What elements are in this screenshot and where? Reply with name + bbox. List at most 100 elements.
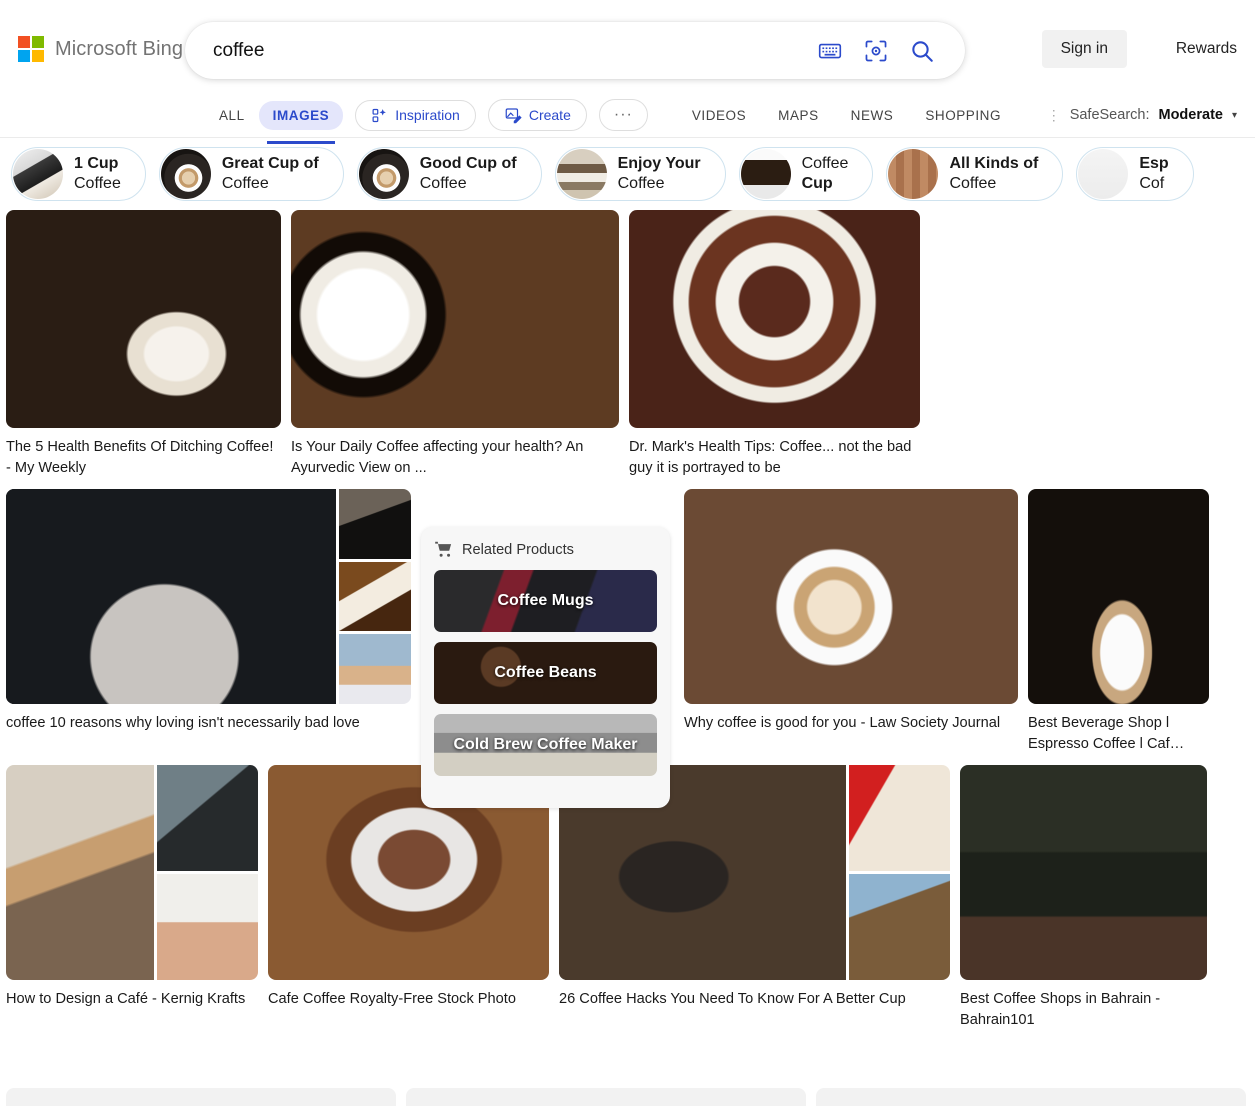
chevron-down-icon[interactable]: ▾: [1232, 110, 1237, 121]
suggestion-pill-line2: Coffee: [419, 175, 467, 192]
result-thumbnail[interactable]: [849, 874, 950, 980]
result-caption[interactable]: The 5 Health Benefits Of Ditching Coffee…: [6, 437, 281, 479]
result-caption[interactable]: How to Design a Café - Kernig Krafts: [6, 989, 258, 1010]
keyboard-icon[interactable]: [817, 38, 843, 64]
image-result-tile[interactable]: How to Design a Café - Kernig Krafts: [6, 765, 258, 1010]
result-image[interactable]: [1028, 489, 1209, 704]
suggestion-pill-label: Coffee Cup: [802, 154, 849, 193]
result-caption[interactable]: Cafe Coffee Royalty-Free Stock Photo: [268, 989, 549, 1010]
chip-inspiration[interactable]: Inspiration: [355, 99, 476, 131]
result-caption[interactable]: 26 Coffee Hacks You Need To Know For A B…: [559, 989, 950, 1010]
suggestion-pill-label: Great Cup of Coffee: [222, 154, 319, 193]
suggestion-pill-line1: Great Cup of: [221, 155, 319, 173]
suggestion-pill-line2: Coffee: [74, 175, 121, 192]
visual-search-icon[interactable]: [863, 38, 889, 64]
search-bar-actions: [817, 38, 965, 64]
chip-more[interactable]: ···: [598, 99, 648, 131]
next-row-partial: [0, 1088, 1255, 1106]
suggestion-pill-thumbnail: [740, 149, 791, 199]
search-bar: [185, 22, 965, 79]
tab-videos[interactable]: VIDEOS: [676, 101, 762, 130]
safesearch-value[interactable]: Moderate: [1159, 107, 1223, 123]
suggestion-pill[interactable]: Great Cup of Coffee: [158, 147, 344, 201]
suggestion-pill-thumbnail: [888, 149, 939, 199]
composite-result-image[interactable]: [6, 489, 411, 704]
suggestion-pill[interactable]: 1 Cup Coffee: [11, 147, 146, 201]
related-product-label: Coffee Mugs: [497, 592, 594, 609]
related-products-list: Coffee Mugs Coffee Beans Cold Brew Coffee …: [434, 570, 657, 776]
bing-logo-text: Microsoft Bing: [55, 37, 184, 60]
suggestion-pill[interactable]: All Kinds of Coffee: [886, 147, 1064, 201]
suggestion-pill-label: All Kinds of Coffee: [949, 154, 1038, 193]
result-thumbnail[interactable]: [339, 489, 411, 559]
image-result-tile[interactable]: Why coffee is good for you - Law Society…: [684, 489, 1018, 734]
related-products-header: Related Products: [434, 540, 657, 559]
related-products-card: Related Products Coffee Mugs Coffee Beans…: [421, 527, 670, 808]
result-caption[interactable]: Best Beverage Shop l Espresso Coffee l C…: [1028, 713, 1209, 755]
result-image[interactable]: [6, 765, 154, 980]
image-result-tile[interactable]: Best Beverage Shop l Espresso Coffee l C…: [1028, 489, 1209, 755]
partial-tile[interactable]: [816, 1088, 1246, 1106]
search-icon[interactable]: [909, 38, 935, 64]
suggestion-pill-line2: Coffee: [221, 175, 269, 192]
suggestion-pill-line2: Coffee: [949, 175, 997, 192]
image-result-tile[interactable]: coffee 10 reasons why loving isn't neces…: [6, 489, 411, 734]
result-caption[interactable]: Best Coffee Shops in Bahrain - Bahrain10…: [960, 989, 1207, 1031]
result-image[interactable]: [629, 210, 920, 428]
partial-tile[interactable]: [406, 1088, 806, 1106]
related-product-item[interactable]: Cold Brew Coffee Maker: [434, 714, 657, 776]
result-caption[interactable]: Is Your Daily Coffee affecting your heal…: [291, 437, 619, 479]
shopping-cart-icon: [435, 541, 452, 557]
suggestion-pill[interactable]: Coffee Cup: [738, 147, 874, 201]
tab-shopping[interactable]: SHOPPING: [909, 101, 1017, 130]
bing-logo[interactable]: Microsoft Bing: [18, 36, 183, 62]
suggestion-pill[interactable]: Esp Cof: [1076, 147, 1194, 201]
result-image[interactable]: [960, 765, 1207, 980]
suggestion-pill-thumbnail: [556, 149, 607, 199]
sign-in-button[interactable]: Sign in: [1041, 30, 1127, 68]
result-caption[interactable]: Why coffee is good for you - Law Society…: [684, 713, 1018, 734]
result-caption[interactable]: Dr. Mark's Health Tips: Coffee... not th…: [629, 437, 920, 479]
tab-maps[interactable]: MAPS: [762, 101, 834, 130]
suggestion-pill[interactable]: Enjoy Your Coffee: [554, 147, 726, 201]
image-result-tile[interactable]: Is Your Daily Coffee affecting your heal…: [291, 210, 619, 479]
result-caption[interactable]: coffee 10 reasons why loving isn't neces…: [6, 713, 411, 734]
composite-result-image[interactable]: [6, 765, 258, 980]
suggestion-pill-row[interactable]: 1 Cup Coffee Great Cup of Coffee Good Cup of…: [0, 138, 1255, 210]
vertical-dots-icon[interactable]: ⋮: [1047, 108, 1061, 122]
image-result-tile[interactable]: Dr. Mark's Health Tips: Coffee... not th…: [629, 210, 920, 479]
image-result-tile[interactable]: Best Coffee Shops in Bahrain - Bahrain10…: [960, 765, 1207, 1031]
suggestion-pill-line2: Cup: [801, 175, 833, 192]
result-image[interactable]: [6, 489, 336, 704]
result-thumbnail[interactable]: [339, 561, 411, 632]
safesearch-group: ⋮ SafeSearch: Moderate ▾: [1047, 92, 1237, 138]
suggestion-pill[interactable]: Good Cup of Coffee: [356, 147, 542, 201]
result-thumbnail[interactable]: [157, 765, 258, 871]
result-thumbnail[interactable]: [339, 634, 411, 704]
result-thumbnail[interactable]: [157, 874, 258, 980]
suggestion-pill-thumbnail: [1078, 149, 1129, 199]
suggestion-pill-line1: Enjoy Your: [617, 155, 701, 173]
partial-tile[interactable]: [6, 1088, 396, 1106]
chip-create-label: Create: [528, 107, 571, 123]
image-result-tile[interactable]: The 5 Health Benefits Of Ditching Coffee…: [6, 210, 281, 479]
safesearch-label: SafeSearch:: [1069, 107, 1150, 123]
suggestion-pill-label: Good Cup of Coffee: [420, 154, 517, 193]
suggestion-pill-line1: Coffee: [801, 155, 849, 173]
chip-create[interactable]: Create: [487, 99, 587, 131]
suggestion-pill-thumbnail: [13, 149, 63, 199]
related-product-item[interactable]: Coffee Mugs: [434, 570, 657, 632]
result-thumbnail[interactable]: [849, 765, 950, 871]
navigation-bar: ALL IMAGES Inspiration Create ··· VIDEOS…: [0, 92, 1255, 144]
tab-all[interactable]: ALL: [205, 101, 259, 130]
result-thumbnail-strip: [339, 489, 411, 704]
result-thumbnail-strip: [849, 765, 950, 980]
tab-images[interactable]: IMAGES: [258, 100, 344, 144]
result-image[interactable]: [6, 210, 281, 428]
result-image[interactable]: [291, 210, 619, 428]
related-product-item[interactable]: Coffee Beans: [434, 642, 657, 704]
tab-news[interactable]: NEWS: [835, 101, 910, 130]
search-input[interactable]: [211, 22, 817, 79]
result-image[interactable]: [684, 489, 1018, 704]
rewards-link[interactable]: Rewards: [1176, 40, 1237, 58]
